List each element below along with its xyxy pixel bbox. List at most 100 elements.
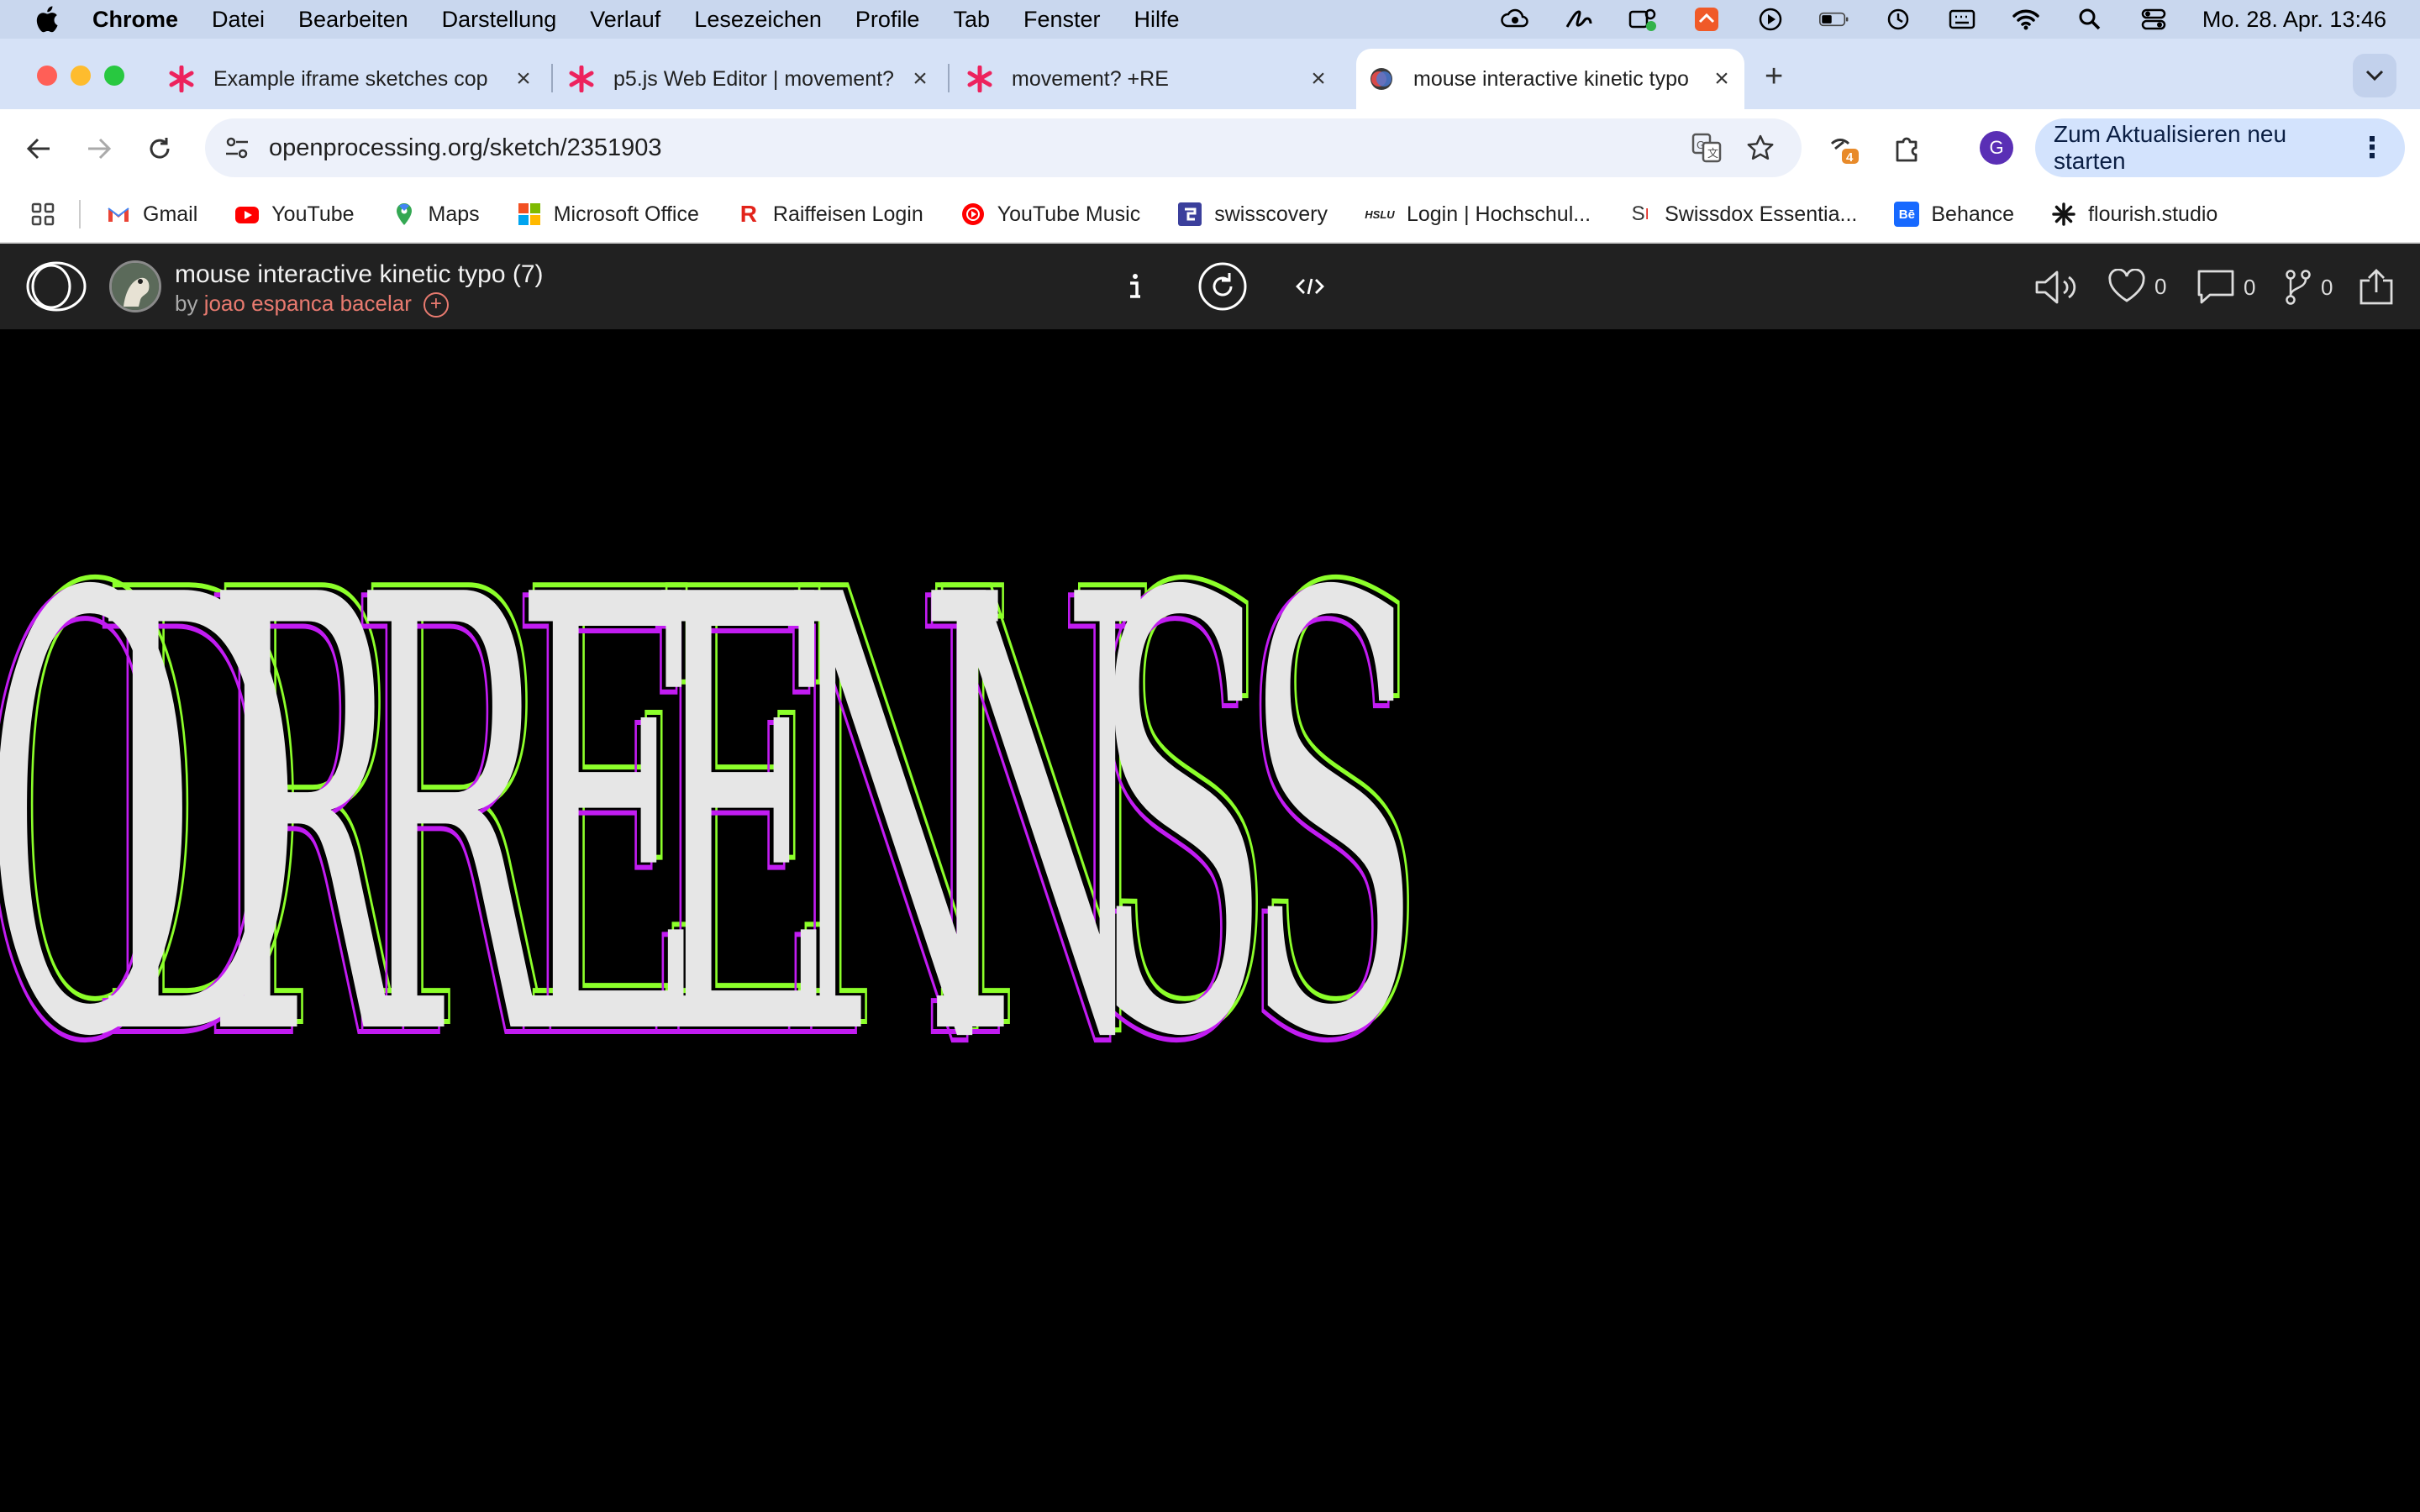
asterisk-icon <box>967 66 992 92</box>
code-brackets-icon <box>1296 278 1324 295</box>
profile-avatar[interactable]: G <box>1980 131 2013 165</box>
tab-mouse-interactive-active[interactable]: mouse interactive kinetic typo × <box>1356 49 1744 109</box>
keyboard-icon[interactable] <box>1947 6 1977 33</box>
app-orange-icon[interactable] <box>1691 6 1722 33</box>
author-link[interactable]: joao espanca bacelar <box>204 291 412 316</box>
tab-close-icon[interactable]: × <box>1711 65 1733 92</box>
author-avatar[interactable] <box>109 260 161 312</box>
bookmark-youtube-music[interactable]: YouTube Music <box>960 202 1140 227</box>
menu-lesezeichen[interactable]: Lesezeichen <box>694 7 822 33</box>
menu-darstellung[interactable]: Darstellung <box>442 7 557 33</box>
bookmark-flourish[interactable]: flourish.studio <box>2051 202 2217 227</box>
update-label: Zum Aktualisieren neu starten <box>2054 121 2287 174</box>
teams-status-icon[interactable] <box>1628 6 1658 33</box>
tab-movement[interactable]: movement? +RE × <box>966 49 1329 109</box>
sketch-title: mouse interactive kinetic typo (7) <box>175 260 544 288</box>
update-restart-button[interactable]: Zum Aktualisieren neu starten ⋮ <box>2035 118 2405 177</box>
bookmark-hslu-login[interactable]: HSLU Login | Hochschul... <box>1365 202 1591 227</box>
menu-app-name[interactable]: Chrome <box>92 7 178 33</box>
restart-sketch-button[interactable] <box>1197 260 1249 312</box>
bookmark-youtube[interactable]: YouTube <box>234 202 355 227</box>
star-icon <box>1747 134 1774 160</box>
comment-count: 0 <box>2244 274 2256 300</box>
speaker-icon <box>2035 270 2076 304</box>
signature-icon[interactable] <box>1564 6 1594 33</box>
cloud-sync-icon[interactable] <box>1500 6 1530 33</box>
arrow-right-icon <box>88 138 112 160</box>
swisscovery-icon <box>1178 202 1202 226</box>
url-text[interactable]: openprocessing.org/sketch/2351903 <box>269 134 662 162</box>
battery-icon[interactable] <box>1818 6 1849 33</box>
window-zoom-button[interactable] <box>104 66 124 86</box>
hslu-icon: HSLU <box>1365 207 1395 221</box>
tab-title: movement? +RE <box>1012 66 1169 91</box>
menubar-clock[interactable]: Mo. 28. Apr. 13:46 <box>2202 7 2386 33</box>
translate-button[interactable]: G文 <box>1689 130 1724 165</box>
play-circle-icon[interactable] <box>1755 6 1786 33</box>
fork-icon <box>2286 270 2311 305</box>
menu-bearbeiten[interactable]: Bearbeiten <box>298 7 408 33</box>
sketch-canvas[interactable]: ODRREENNSSODRREENNSSODRREENNSS <box>0 329 2420 1512</box>
apps-grid-button[interactable] <box>30 202 55 227</box>
tab-close-icon[interactable]: × <box>1307 65 1329 92</box>
info-button[interactable] <box>1118 260 1153 312</box>
kebab-menu-icon[interactable]: ⋮ <box>2358 131 2386 165</box>
follow-button[interactable]: + <box>423 292 449 318</box>
new-tab-button[interactable]: + <box>1765 59 1783 95</box>
tab-close-icon[interactable]: × <box>909 65 931 92</box>
menu-profile[interactable]: Profile <box>855 7 920 33</box>
bookmark-star-button[interactable] <box>1743 130 1778 165</box>
site-settings-icon[interactable] <box>222 133 252 163</box>
tab-separator <box>948 64 950 92</box>
tab-title: mouse interactive kinetic typo <box>1413 66 1689 91</box>
tab-title: Example iframe sketches cop <box>213 66 488 91</box>
comments-button[interactable]: 0 <box>2196 269 2255 306</box>
window-close-button[interactable] <box>37 66 57 86</box>
url-path: /sketch/2351903 <box>482 134 662 161</box>
openprocessing-logo-icon[interactable] <box>25 260 87 312</box>
bookmarks-divider <box>79 200 81 228</box>
tab-search-button[interactable] <box>2353 54 2396 97</box>
byline-prefix: by <box>175 291 204 316</box>
bookmark-gmail[interactable]: Gmail <box>106 202 197 227</box>
menu-verlauf[interactable]: Verlauf <box>590 7 660 33</box>
bookmark-swissdox[interactable]: SI Swissdox Essentia... <box>1628 202 1858 227</box>
chevron-down-icon <box>2365 70 2384 81</box>
extension-badge-count: 4 <box>1846 150 1854 165</box>
behance-icon: Bē <box>1894 202 1920 227</box>
wifi-icon[interactable] <box>2011 6 2041 33</box>
kinetic-typography: ODRREENNSSODRREENNSSODRREENNSS <box>0 465 1428 1175</box>
apple-icon[interactable] <box>34 5 59 34</box>
menu-datei[interactable]: Datei <box>212 7 265 33</box>
like-button[interactable]: 0 <box>2107 269 2166 304</box>
swissdox-icon: SI <box>1631 202 1649 225</box>
sound-button[interactable] <box>2033 269 2081 306</box>
spotlight-search-icon[interactable] <box>2075 6 2105 33</box>
control-center-icon[interactable] <box>2139 6 2169 33</box>
extensions-menu-button[interactable] <box>1889 130 1924 165</box>
bookmark-maps[interactable]: Maps <box>392 202 480 227</box>
bookmark-behance[interactable]: Bē Behance <box>1894 202 2014 227</box>
time-machine-icon[interactable] <box>1883 6 1913 33</box>
forward-button[interactable] <box>81 130 118 167</box>
back-button[interactable] <box>20 130 57 167</box>
forks-button[interactable]: 0 <box>2284 269 2333 306</box>
tab-title: p5.js Web Editor | movement? <box>613 66 894 91</box>
menu-fenster[interactable]: Fenster <box>1023 7 1101 33</box>
extension-button[interactable]: 4 <box>1827 130 1862 165</box>
tab-close-icon[interactable]: × <box>513 65 534 92</box>
reload-button[interactable] <box>141 130 178 167</box>
window-minimize-button[interactable] <box>71 66 91 86</box>
puzzle-icon <box>1896 137 1918 162</box>
bookmark-swisscovery[interactable]: swisscovery <box>1177 202 1328 227</box>
bookmark-label: Login | Hochschul... <box>1406 202 1591 226</box>
bookmark-raiffeisen[interactable]: R Raiffeisen Login <box>736 201 923 227</box>
tab-example-iframe[interactable]: Example iframe sketches cop × <box>165 49 534 109</box>
menu-tab[interactable]: Tab <box>953 7 990 33</box>
bookmark-microsoft-office[interactable]: Microsoft Office <box>517 202 699 227</box>
share-button[interactable] <box>2358 269 2395 306</box>
code-view-button[interactable] <box>1291 260 1329 312</box>
tab-p5js-editor[interactable]: p5.js Web Editor | movement? × <box>568 49 931 109</box>
address-bar[interactable]: openprocessing.org/sketch/2351903 <box>205 118 1802 177</box>
menu-hilfe[interactable]: Hilfe <box>1134 7 1180 33</box>
